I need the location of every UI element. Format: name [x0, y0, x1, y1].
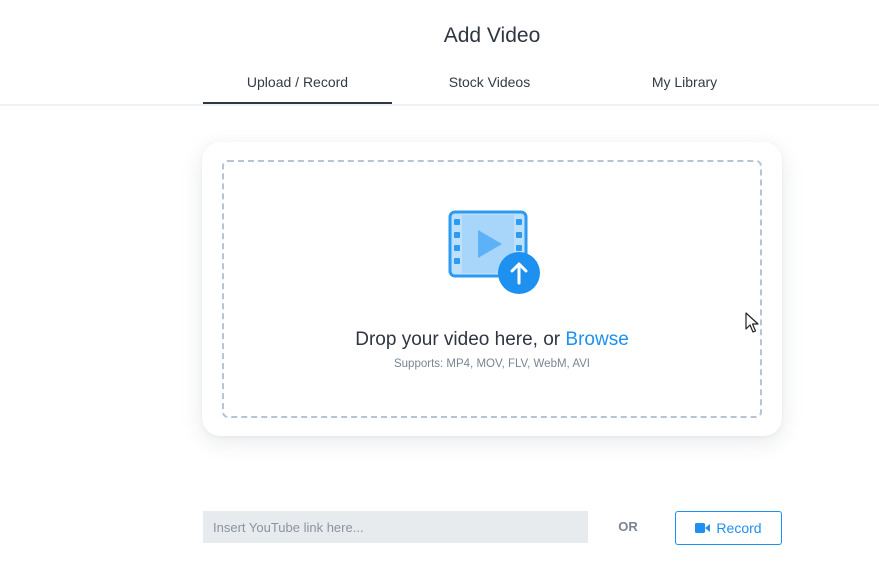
tab-upload-record[interactable]: Upload / Record	[203, 62, 392, 104]
video-dropzone[interactable]: Drop your video here, or Browse Supports…	[222, 160, 762, 418]
dialog-title: Add Video	[443, 24, 541, 47]
record-button[interactable]: Record	[675, 511, 782, 545]
drop-prompt-text: Drop your video here, or	[355, 329, 566, 350]
mouse-pointer-icon	[745, 312, 759, 333]
tab-my-library[interactable]: My Library	[587, 62, 782, 102]
drop-prompt: Drop your video here, or Browse	[224, 329, 760, 351]
tab-stock-videos[interactable]: Stock Videos	[392, 62, 587, 102]
video-camera-icon	[695, 523, 711, 533]
tab-bar: Upload / Record Stock Videos My Library	[0, 62, 879, 106]
upload-card: Drop your video here, or Browse Supports…	[202, 142, 782, 436]
video-upload-icon	[448, 210, 540, 294]
browse-link[interactable]: Browse	[565, 329, 628, 350]
supported-formats: Supports: MP4, MOV, FLV, WebM, AVI	[393, 358, 590, 370]
youtube-link-input[interactable]	[203, 511, 588, 543]
record-label: Record	[716, 520, 762, 536]
or-separator: OR	[618, 519, 638, 534]
